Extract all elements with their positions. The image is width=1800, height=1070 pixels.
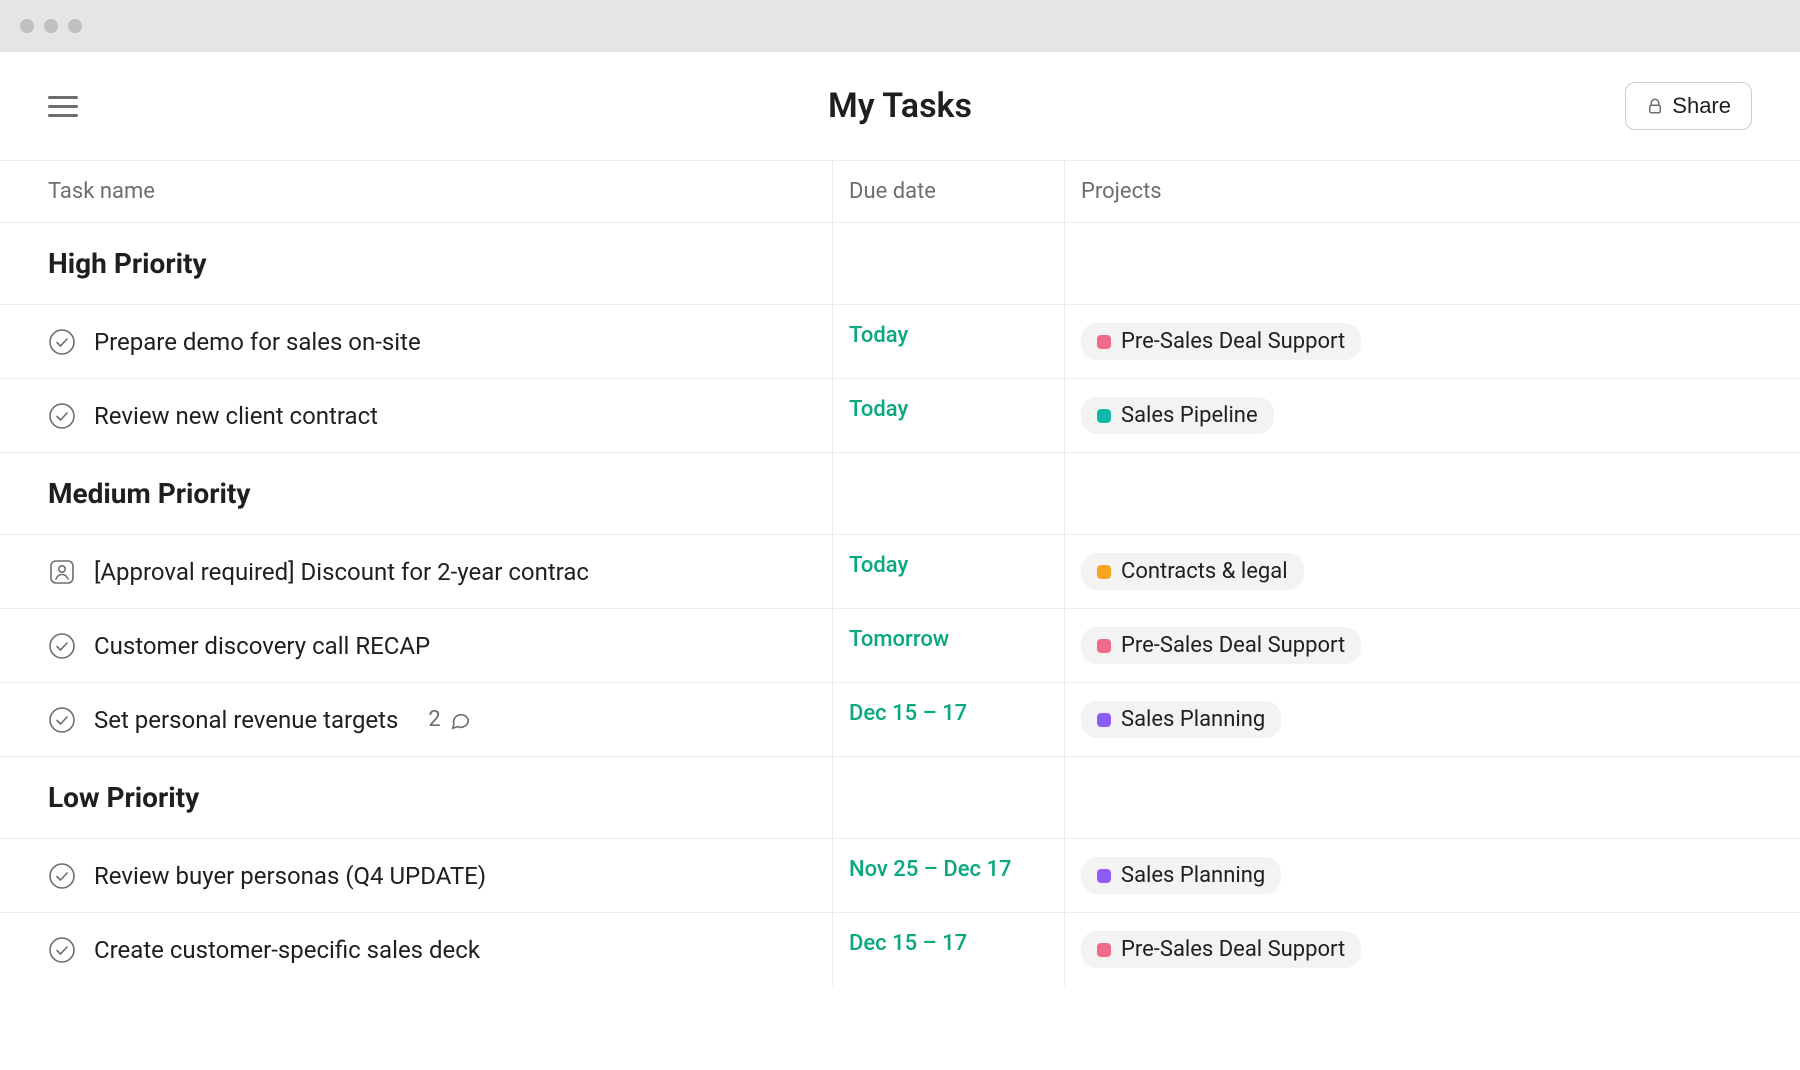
task-due-date[interactable]: Dec 15 – 17 — [833, 683, 1065, 756]
task-row[interactable]: Review buyer personas (Q4 UPDATE) Nov 25 … — [0, 838, 1800, 912]
project-name: Pre-Sales Deal Support — [1121, 329, 1345, 354]
task-row[interactable]: Customer discovery call RECAP Tomorrow Pre… — [0, 608, 1800, 682]
project-color-swatch — [1097, 943, 1111, 957]
comment-icon — [449, 709, 471, 731]
task-name[interactable]: [Approval required] Discount for 2-year … — [94, 558, 589, 586]
task-row[interactable]: Prepare demo for sales on-site Today Pre-S… — [0, 304, 1800, 378]
traffic-light-close-icon[interactable] — [20, 19, 34, 33]
column-header-due-date[interactable]: Due date — [833, 161, 1065, 222]
task-projects: Pre-Sales Deal Support — [1065, 609, 1800, 682]
task-name-cell: [Approval required] Discount for 2-year … — [0, 535, 833, 608]
project-color-swatch — [1097, 565, 1111, 579]
check-circle-icon[interactable] — [48, 632, 76, 660]
project-pill[interactable]: Sales Pipeline — [1081, 397, 1274, 434]
section-title: Medium Priority — [0, 453, 833, 534]
task-row[interactable]: Set personal revenue targets 2 Dec 15 – 17… — [0, 682, 1800, 756]
window-titlebar — [0, 0, 1800, 52]
check-circle-icon[interactable] — [48, 862, 76, 890]
project-color-swatch — [1097, 639, 1111, 653]
project-name: Contracts & legal — [1121, 559, 1288, 584]
task-name[interactable]: Customer discovery call RECAP — [94, 632, 430, 660]
share-button[interactable]: Share — [1625, 82, 1752, 130]
project-pill[interactable]: Sales Planning — [1081, 701, 1281, 738]
task-name[interactable]: Review new client contract — [94, 402, 378, 430]
task-due-date[interactable]: Tomorrow — [833, 609, 1065, 682]
task-name[interactable]: Create customer-specific sales deck — [94, 936, 480, 964]
project-name: Pre-Sales Deal Support — [1121, 633, 1345, 658]
section-title: Low Priority — [0, 757, 833, 838]
task-name-cell: Set personal revenue targets 2 — [0, 683, 833, 756]
approval-icon[interactable] — [48, 558, 76, 586]
tasks-table: Task name Due date Projects High Priorit… — [0, 160, 1800, 986]
task-name-cell: Review new client contract — [0, 379, 833, 452]
page-header: My Tasks Share — [0, 52, 1800, 160]
comment-count[interactable]: 2 — [428, 707, 470, 732]
traffic-light-zoom-icon[interactable] — [68, 19, 82, 33]
task-due-date[interactable]: Today — [833, 305, 1065, 378]
column-header-projects[interactable]: Projects — [1065, 161, 1800, 222]
section-title: High Priority — [0, 223, 833, 304]
project-name: Sales Planning — [1121, 863, 1265, 888]
task-projects: Contracts & legal — [1065, 535, 1800, 608]
task-name-cell: Prepare demo for sales on-site — [0, 305, 833, 378]
check-circle-icon[interactable] — [48, 936, 76, 964]
task-due-date[interactable]: Nov 25 – Dec 17 — [833, 839, 1065, 912]
task-name[interactable]: Review buyer personas (Q4 UPDATE) — [94, 862, 486, 890]
traffic-light-minimize-icon[interactable] — [44, 19, 58, 33]
lock-icon — [1646, 97, 1664, 115]
task-projects: Sales Planning — [1065, 839, 1800, 912]
check-circle-icon[interactable] — [48, 706, 76, 734]
check-circle-icon[interactable] — [48, 328, 76, 356]
task-name-cell: Create customer-specific sales deck — [0, 913, 833, 986]
project-pill[interactable]: Pre-Sales Deal Support — [1081, 323, 1361, 360]
section-header[interactable]: High Priority — [0, 222, 1800, 304]
check-circle-icon[interactable] — [48, 402, 76, 430]
project-color-swatch — [1097, 869, 1111, 883]
task-name-cell: Review buyer personas (Q4 UPDATE) — [0, 839, 833, 912]
menu-button[interactable] — [48, 90, 80, 122]
share-button-label: Share — [1672, 93, 1731, 119]
task-row[interactable]: Review new client contract Today Sales Pip… — [0, 378, 1800, 452]
project-color-swatch — [1097, 713, 1111, 727]
project-name: Sales Pipeline — [1121, 403, 1258, 428]
task-due-date[interactable]: Today — [833, 535, 1065, 608]
project-name: Pre-Sales Deal Support — [1121, 937, 1345, 962]
task-projects: Pre-Sales Deal Support — [1065, 913, 1800, 986]
task-row[interactable]: Create customer-specific sales deck Dec 1… — [0, 912, 1800, 986]
table-header-row: Task name Due date Projects — [0, 160, 1800, 222]
column-header-task-name[interactable]: Task name — [0, 161, 833, 222]
task-projects: Sales Planning — [1065, 683, 1800, 756]
page-title: My Tasks — [828, 86, 972, 126]
section-header[interactable]: Low Priority — [0, 756, 1800, 838]
task-projects: Pre-Sales Deal Support — [1065, 305, 1800, 378]
task-name[interactable]: Set personal revenue targets — [94, 706, 398, 734]
task-due-date[interactable]: Dec 15 – 17 — [833, 913, 1065, 986]
project-pill[interactable]: Pre-Sales Deal Support — [1081, 931, 1361, 968]
task-due-date[interactable]: Today — [833, 379, 1065, 452]
project-pill[interactable]: Contracts & legal — [1081, 553, 1304, 590]
task-projects: Sales Pipeline — [1065, 379, 1800, 452]
section-header[interactable]: Medium Priority — [0, 452, 1800, 534]
project-pill[interactable]: Pre-Sales Deal Support — [1081, 627, 1361, 664]
project-name: Sales Planning — [1121, 707, 1265, 732]
task-row[interactable]: [Approval required] Discount for 2-year … — [0, 534, 1800, 608]
project-color-swatch — [1097, 409, 1111, 423]
project-color-swatch — [1097, 335, 1111, 349]
project-pill[interactable]: Sales Planning — [1081, 857, 1281, 894]
task-name-cell: Customer discovery call RECAP — [0, 609, 833, 682]
task-name[interactable]: Prepare demo for sales on-site — [94, 328, 421, 356]
